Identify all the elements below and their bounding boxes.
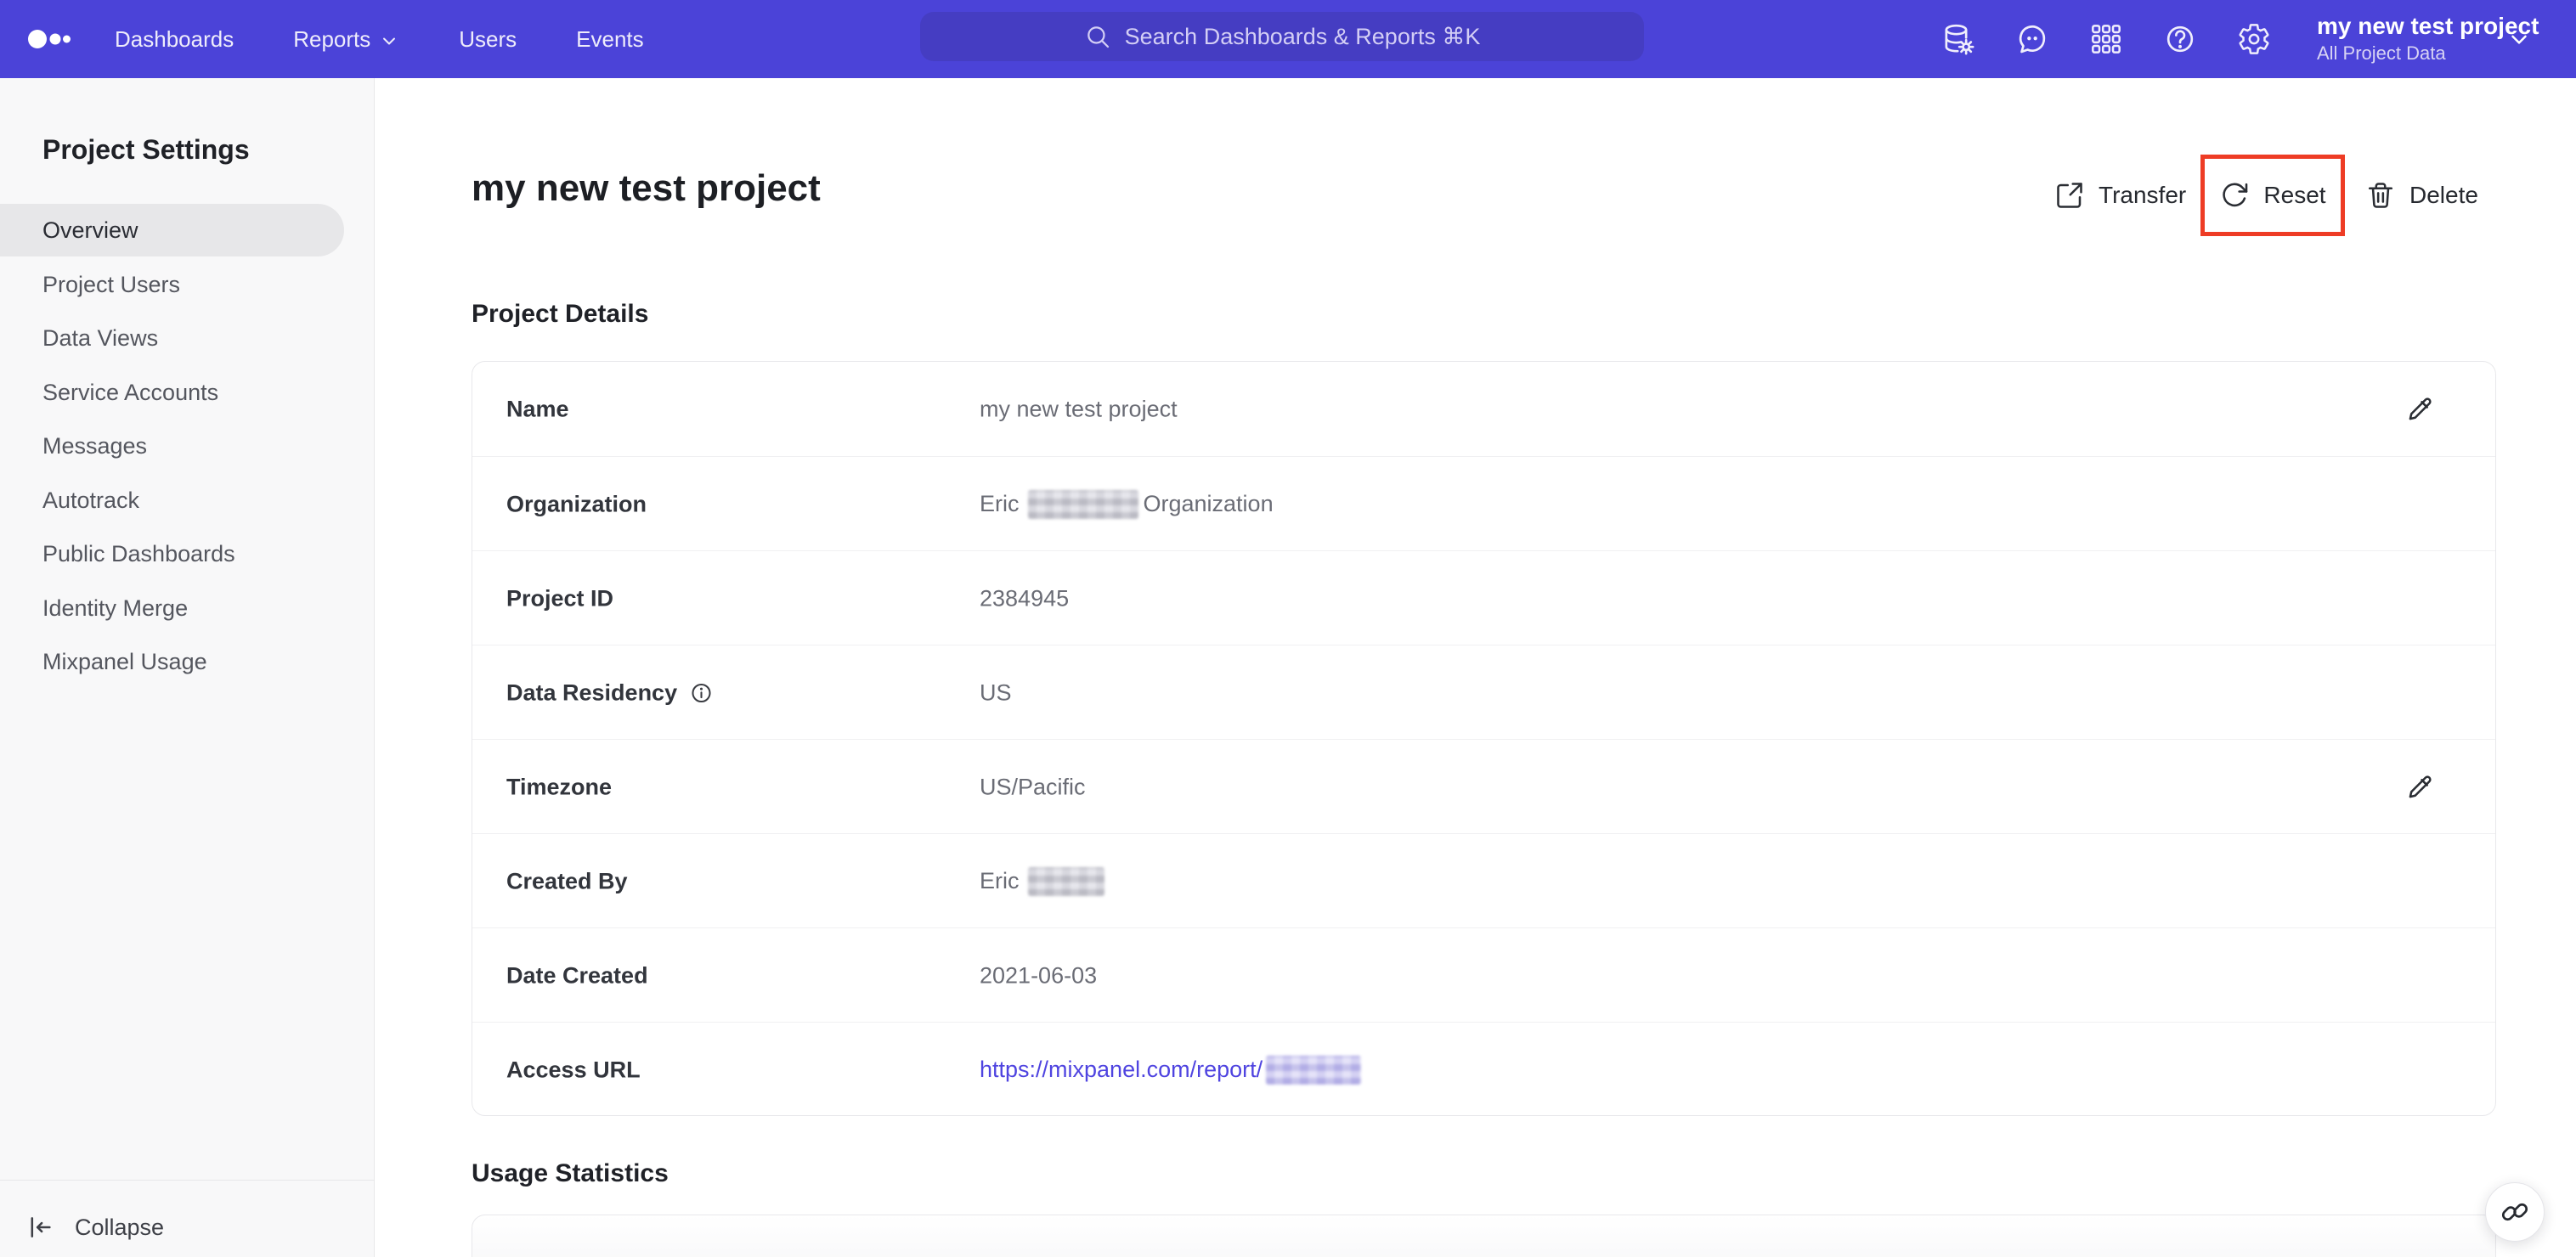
reset-button-highlight: Reset [2200, 155, 2345, 236]
nav-item-label: Dashboards [115, 25, 234, 52]
row-label: Data Residency [506, 679, 678, 705]
chevron-down-icon [2511, 35, 2527, 44]
nav-item-users[interactable]: Users [459, 26, 517, 53]
detail-row-organization: Organization Eric Organization [472, 456, 2495, 551]
row-value: US [980, 679, 1012, 705]
search-input[interactable]: Search Dashboards & Reports ⌘K [920, 12, 1644, 61]
collapse-label: Collapse [75, 1214, 165, 1240]
pencil-icon [2409, 775, 2432, 798]
nav-item-label: Events [576, 25, 644, 52]
reset-button[interactable]: Reset [2219, 180, 2326, 211]
usage-statistics-card [472, 1215, 2496, 1257]
detail-row-name: Name my new test project [472, 362, 2495, 456]
mixpanel-logo[interactable] [25, 22, 80, 56]
delete-button[interactable]: Delete [2365, 169, 2478, 222]
sidebar-title: Project Settings [42, 134, 250, 165]
row-value-prefix: Eric [980, 491, 1020, 516]
row-value-prefix: Eric [980, 868, 1020, 893]
sidebar-item-project-users[interactable]: Project Users [0, 258, 344, 311]
row-value: 2021-06-03 [980, 962, 1098, 988]
trash-icon [2368, 183, 2393, 208]
sidebar-item-identity-merge[interactable]: Identity Merge [0, 582, 344, 634]
row-value-suffix: Organization [1143, 491, 1274, 516]
reset-icon [2223, 183, 2248, 207]
nav-item-dashboards[interactable]: Dashboards [115, 26, 234, 53]
project-details-card: Name my new test project Organization Er… [472, 361, 2496, 1116]
usage-statistics-heading: Usage Statistics [472, 1159, 669, 1187]
redacted-value [1027, 866, 1104, 896]
row-label: Timezone [506, 774, 613, 799]
row-label: Created By [506, 868, 628, 893]
row-label: Access URL [506, 1057, 641, 1082]
chat-bubble-icon [2019, 25, 2046, 54]
settings-gear-icon [2239, 24, 2269, 54]
transfer-button[interactable]: Transfer [2054, 169, 2186, 222]
link-icon [2501, 1203, 2528, 1221]
help-icon [2166, 25, 2194, 53]
top-navbar: Dashboards Reports Users Events Search D… [0, 0, 2576, 78]
collapse-sidebar-button[interactable]: Collapse [25, 1203, 164, 1251]
sidebar-item-data-views[interactable]: Data Views [0, 312, 344, 364]
sidebar-item-messages[interactable]: Messages [0, 420, 344, 472]
row-label: Name [506, 396, 569, 421]
sidebar-divider [0, 1180, 375, 1181]
nav-icon-group [1941, 0, 2271, 78]
detail-row-data-residency: Data Residency US [472, 645, 2495, 740]
sidebar-item-autotrack[interactable]: Autotrack [0, 474, 344, 527]
settings-button[interactable] [2237, 22, 2271, 56]
nav-item-reports[interactable]: Reports [293, 26, 399, 53]
apps-grid-icon [2092, 25, 2121, 54]
access-url-link[interactable]: https://mixpanel.com/report/ [980, 1057, 1263, 1083]
project-switcher-chevron[interactable] [2506, 26, 2532, 52]
row-value: my new test project [980, 396, 1178, 421]
info-icon [692, 683, 711, 702]
project-details-heading: Project Details [472, 300, 649, 328]
row-label: Date Created [506, 962, 648, 988]
chevron-down-icon [383, 37, 396, 44]
mixpanel-project-settings-page: Dashboards Reports Users Events Search D… [0, 0, 2576, 1257]
data-residency-info-button[interactable] [689, 680, 714, 705]
transfer-label: Transfer [2099, 182, 2187, 208]
help-button[interactable] [2163, 22, 2197, 56]
redacted-value [1266, 1055, 1362, 1085]
data-management-button[interactable] [1941, 22, 1975, 56]
nav-item-events[interactable]: Events [576, 26, 644, 53]
detail-row-access-url: Access URL https://mixpanel.com/report/ [472, 1022, 2495, 1117]
delete-label: Delete [2409, 182, 2478, 208]
nav-item-label: Users [459, 25, 517, 52]
feedback-button[interactable] [2015, 22, 2049, 56]
row-value: US/Pacific [980, 774, 1086, 799]
reset-label: Reset [2263, 182, 2326, 208]
copy-link-button[interactable] [2485, 1182, 2545, 1242]
sidebar-item-overview[interactable]: Overview [0, 204, 344, 256]
nav-item-label: Reports [293, 25, 371, 52]
row-label: Organization [506, 491, 647, 516]
sidebar-item-public-dashboards[interactable]: Public Dashboards [0, 527, 344, 580]
sidebar-item-mixpanel-usage[interactable]: Mixpanel Usage [0, 635, 344, 688]
search-icon [1087, 26, 1109, 48]
redacted-value [1027, 489, 1138, 519]
row-value: 2384945 [980, 585, 1070, 611]
detail-row-date-created: Date Created 2021-06-03 [472, 927, 2495, 1023]
database-gear-icon [1945, 24, 1974, 55]
edit-timezone-button[interactable] [2404, 772, 2435, 803]
main-nav: Dashboards Reports Users Events [115, 0, 644, 78]
project-settings-sidebar: Project Settings Overview Project Users … [0, 78, 375, 1257]
row-label: Project ID [506, 585, 614, 611]
detail-row-timezone: Timezone US/Pacific [472, 739, 2495, 834]
mixpanel-logo-icon [28, 30, 71, 48]
apps-grid-button[interactable] [2089, 22, 2123, 56]
detail-row-created-by: Created By Eric [472, 833, 2495, 928]
page-title: my new test project [472, 167, 821, 209]
collapse-icon [31, 1217, 51, 1237]
sidebar-item-service-accounts[interactable]: Service Accounts [0, 366, 344, 419]
search-placeholder: Search Dashboards & Reports ⌘K [1124, 23, 1481, 49]
detail-row-project-id: Project ID 2384945 [472, 550, 2495, 645]
edit-name-button[interactable] [2404, 394, 2435, 425]
pencil-icon [2409, 397, 2432, 420]
transfer-icon [2057, 183, 2082, 208]
